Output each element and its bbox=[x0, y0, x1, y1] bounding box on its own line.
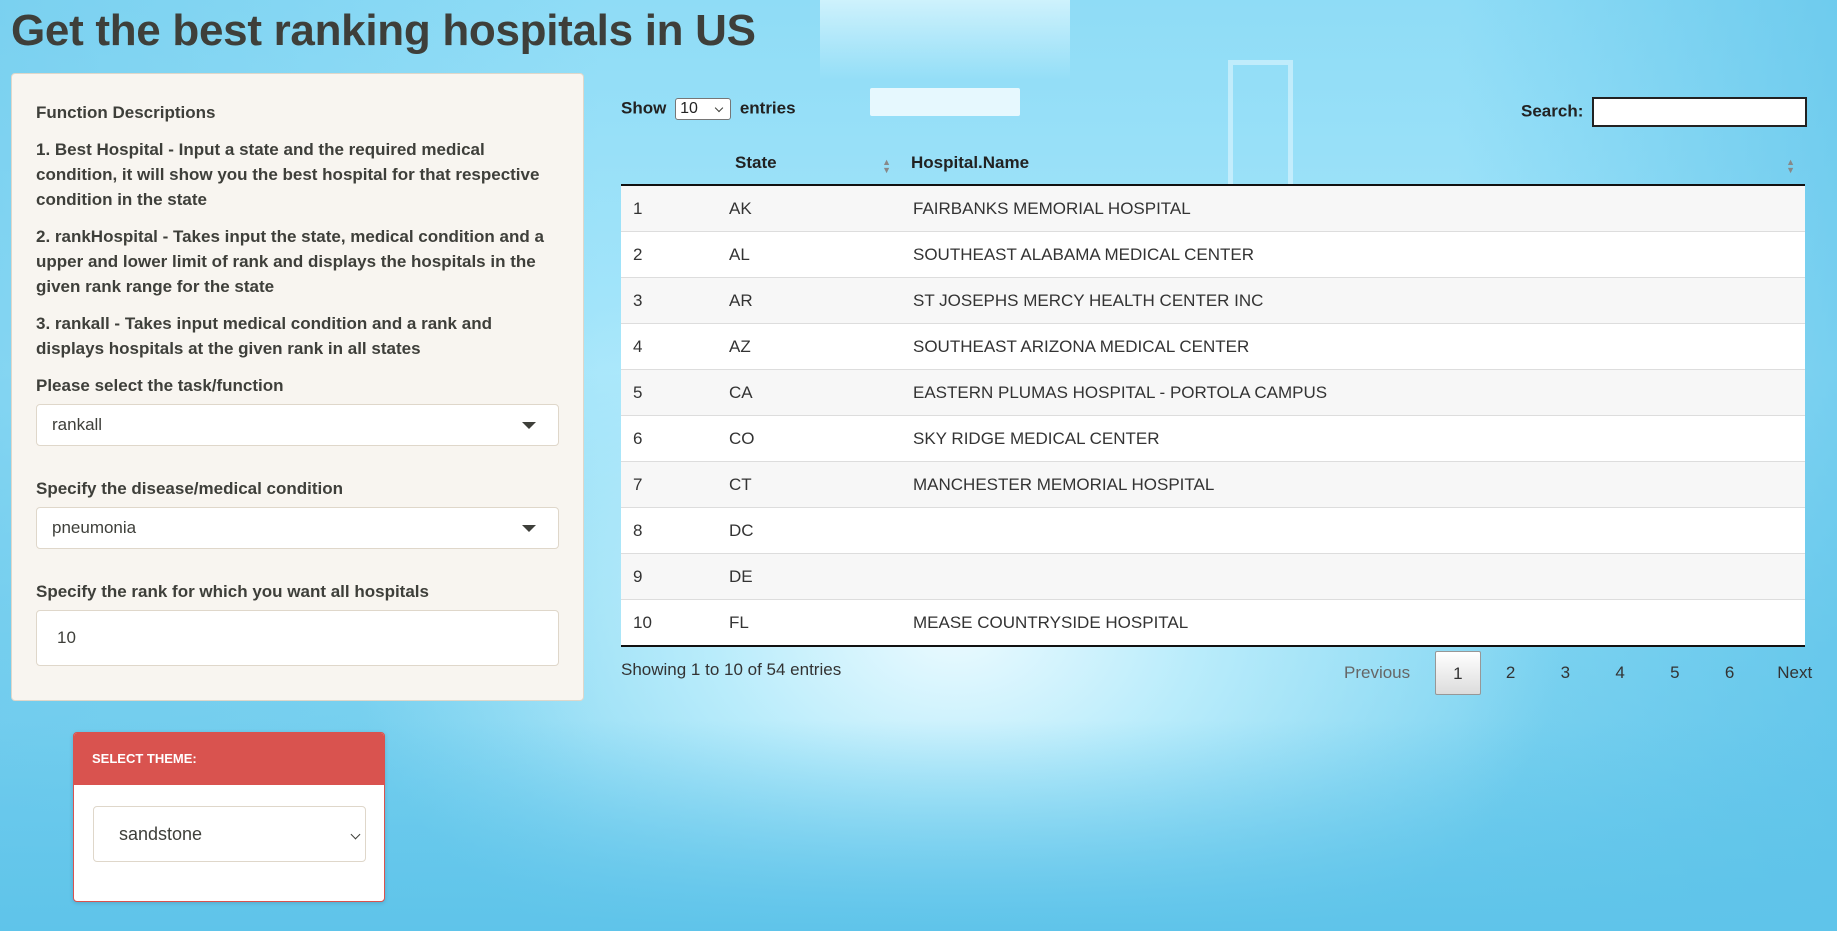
cell-hospital-name bbox=[901, 507, 1805, 554]
show-label: Show bbox=[621, 98, 667, 118]
page-length-control: Show 10 entries bbox=[621, 98, 796, 120]
cell-index: 10 bbox=[621, 599, 717, 647]
previous-page-button[interactable]: Previous bbox=[1330, 651, 1430, 695]
task-select[interactable]: rankall bbox=[36, 404, 559, 446]
description-best-hospital: 1. Best Hospital - Input a state and the… bbox=[36, 140, 540, 209]
cell-state: AZ bbox=[717, 323, 901, 370]
description-rankall: 3. rankall - Takes input medical conditi… bbox=[36, 314, 492, 358]
page-length-value: 10 bbox=[680, 100, 698, 117]
cell-index: 9 bbox=[621, 553, 717, 600]
theme-selector-panel: SELECT THEME: sandstone bbox=[73, 732, 385, 902]
table-row[interactable]: 1 AK FAIRBANKS MEMORIAL HOSPITAL bbox=[621, 184, 1805, 232]
chevron-down-icon bbox=[714, 103, 724, 113]
rank-label: Specify the rank for which you want all … bbox=[36, 582, 429, 601]
cell-hospital-name: EASTERN PLUMAS HOSPITAL - PORTOLA CAMPUS bbox=[901, 369, 1805, 416]
cell-hospital-name: SOUTHEAST ALABAMA MEDICAL CENTER bbox=[901, 231, 1805, 278]
condition-select[interactable]: pneumonia bbox=[36, 507, 559, 549]
table-row[interactable]: 10 FL MEASE COUNTRYSIDE HOSPITAL bbox=[621, 599, 1805, 647]
condition-select-value: pneumonia bbox=[52, 518, 137, 537]
cell-index: 6 bbox=[621, 415, 717, 462]
cell-state: DE bbox=[717, 553, 901, 600]
sort-icon: ▲ ▼ bbox=[882, 157, 891, 175]
descriptions-title: Function Descriptions bbox=[36, 103, 216, 122]
table-row[interactable]: 4 AZ SOUTHEAST ARIZONA MEDICAL CENTER bbox=[621, 323, 1805, 370]
cell-state: AR bbox=[717, 277, 901, 324]
cell-hospital-name: SOUTHEAST ARIZONA MEDICAL CENTER bbox=[901, 323, 1805, 370]
rank-input[interactable]: 10 bbox=[36, 610, 559, 666]
entries-label: entries bbox=[739, 98, 796, 118]
page-button-5[interactable]: 5 bbox=[1650, 651, 1700, 695]
cell-index: 8 bbox=[621, 507, 717, 554]
chevron-down-icon bbox=[350, 829, 361, 840]
page-title: Get the best ranking hospitals in US bbox=[11, 6, 756, 55]
cell-index: 7 bbox=[621, 461, 717, 508]
cell-hospital-name: FAIRBANKS MEMORIAL HOSPITAL bbox=[901, 184, 1805, 232]
hospital-table: State ▲ ▼ Hospital.Name ▲ ▼ 1 AK FAIRBANKS… bbox=[621, 141, 1805, 647]
sidebar-panel: Function Descriptions 1. Best Hospital -… bbox=[11, 73, 584, 701]
theme-select[interactable]: sandstone bbox=[93, 806, 366, 862]
background-ceiling-light bbox=[870, 88, 1020, 116]
page-button-3[interactable]: 3 bbox=[1540, 651, 1590, 695]
cell-index: 4 bbox=[621, 323, 717, 370]
cell-hospital-name bbox=[901, 553, 1805, 600]
page-length-select[interactable]: 10 bbox=[675, 98, 732, 120]
search-label: Search: bbox=[1521, 101, 1584, 121]
cell-state: AK bbox=[717, 184, 901, 232]
sort-icon: ▲ ▼ bbox=[1786, 157, 1795, 175]
table-row[interactable]: 5 CA EASTERN PLUMAS HOSPITAL - PORTOLA C… bbox=[621, 369, 1805, 416]
column-header-index[interactable] bbox=[621, 141, 717, 186]
cell-hospital-name: ST JOSEPHS MERCY HEALTH CENTER INC bbox=[901, 277, 1805, 324]
cell-state: CA bbox=[717, 369, 901, 416]
condition-label: Specify the disease/medical condition bbox=[36, 479, 344, 498]
column-header-state[interactable]: State ▲ ▼ bbox=[717, 141, 901, 186]
search-input[interactable] bbox=[1592, 97, 1808, 127]
pagination: Previous 1 2 3 4 5 6 Next bbox=[1330, 651, 1826, 697]
column-header-state-label: State bbox=[735, 152, 777, 172]
table-row[interactable]: 6 CO SKY RIDGE MEDICAL CENTER bbox=[621, 415, 1805, 462]
cell-state: FL bbox=[717, 599, 901, 647]
cell-hospital-name: SKY RIDGE MEDICAL CENTER bbox=[901, 415, 1805, 462]
task-select-value: rankall bbox=[52, 415, 103, 434]
cell-hospital-name: MEASE COUNTRYSIDE HOSPITAL bbox=[901, 599, 1805, 647]
caret-down-icon bbox=[522, 525, 536, 532]
cell-state: DC bbox=[717, 507, 901, 554]
table-row[interactable]: 9 DE bbox=[621, 553, 1805, 600]
cell-state: AL bbox=[717, 231, 901, 278]
background-ceiling bbox=[820, 0, 1070, 80]
cell-state: CT bbox=[717, 461, 901, 508]
theme-select-value: sandstone bbox=[119, 824, 203, 844]
column-header-hospital-name-label: Hospital.Name bbox=[911, 152, 1030, 172]
table-header-row: State ▲ ▼ Hospital.Name ▲ ▼ bbox=[621, 141, 1805, 186]
cell-index: 5 bbox=[621, 369, 717, 416]
table-info: Showing 1 to 10 of 54 entries bbox=[621, 660, 842, 679]
theme-header: SELECT THEME: bbox=[74, 733, 384, 785]
cell-index: 2 bbox=[621, 231, 717, 278]
next-page-button[interactable]: Next bbox=[1759, 651, 1826, 695]
table-row[interactable]: 2 AL SOUTHEAST ALABAMA MEDICAL CENTER bbox=[621, 231, 1805, 278]
cell-hospital-name: MANCHESTER MEMORIAL HOSPITAL bbox=[901, 461, 1805, 508]
description-rank-hospital: 2. rankHospital - Takes input the state,… bbox=[36, 227, 544, 296]
task-label: Please select the task/function bbox=[36, 376, 284, 395]
table-row[interactable]: 8 DC bbox=[621, 507, 1805, 554]
cell-index: 3 bbox=[621, 277, 717, 324]
page-button-4[interactable]: 4 bbox=[1595, 651, 1645, 695]
cell-state: CO bbox=[717, 415, 901, 462]
caret-down-icon bbox=[522, 422, 536, 429]
table-row[interactable]: 3 AR ST JOSEPHS MERCY HEALTH CENTER INC bbox=[621, 277, 1805, 324]
page-button-2[interactable]: 2 bbox=[1486, 651, 1536, 695]
search-control: Search: bbox=[1521, 97, 1808, 127]
page-button-1[interactable]: 1 bbox=[1434, 651, 1481, 695]
page-button-6[interactable]: 6 bbox=[1705, 651, 1755, 695]
table-row[interactable]: 7 CT MANCHESTER MEMORIAL HOSPITAL bbox=[621, 461, 1805, 508]
cell-index: 1 bbox=[621, 184, 717, 232]
column-header-hospital-name[interactable]: Hospital.Name ▲ ▼ bbox=[901, 141, 1805, 186]
